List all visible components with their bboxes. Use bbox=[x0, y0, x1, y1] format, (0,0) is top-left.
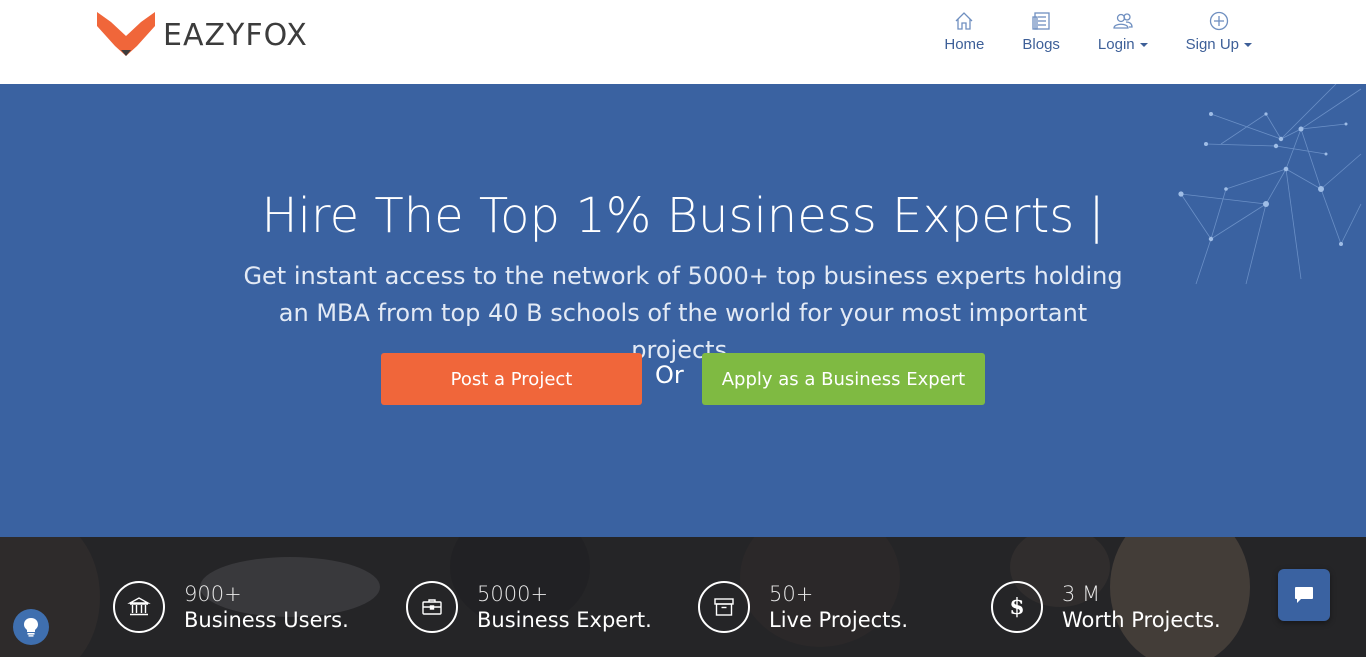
blog-icon bbox=[1032, 12, 1050, 30]
stat-label: Business Expert. bbox=[477, 608, 652, 632]
hero-title-text: Hire The Top 1% Business Experts bbox=[261, 188, 1075, 244]
hero-title: Hire The Top 1% Business Experts | bbox=[0, 188, 1366, 244]
dollar-icon: $ bbox=[991, 581, 1043, 633]
post-project-button[interactable]: Post a Project bbox=[381, 353, 642, 405]
plus-circle-icon bbox=[1209, 11, 1228, 31]
nav-signup-label: Sign Up bbox=[1185, 36, 1239, 53]
stat-business-users: 900+ Business Users. bbox=[113, 581, 349, 634]
chat-button[interactable] bbox=[1278, 569, 1330, 621]
chat-icon bbox=[1295, 587, 1313, 603]
briefcase-icon bbox=[406, 581, 458, 633]
stats-section: 900+ Business Users. 5000+ Business Expe… bbox=[0, 537, 1366, 657]
bank-icon bbox=[113, 581, 165, 633]
stat-business-experts: 5000+ Business Expert. bbox=[406, 581, 652, 634]
header: EAZYFOX Home Blogs Login Sign Up bbox=[0, 0, 1366, 84]
nav-home[interactable]: Home bbox=[944, 10, 984, 53]
help-button[interactable] bbox=[13, 609, 49, 645]
chevron-down-icon bbox=[1139, 42, 1148, 47]
archive-icon bbox=[698, 581, 750, 633]
stat-live-projects: 50+ Live Projects. bbox=[698, 581, 908, 634]
logo[interactable]: EAZYFOX bbox=[97, 12, 308, 58]
stat-label: Business Users. bbox=[184, 608, 349, 632]
nav-login[interactable]: Login bbox=[1098, 10, 1148, 53]
stat-label: Live Projects. bbox=[769, 608, 909, 632]
lightbulb-icon bbox=[24, 618, 38, 637]
users-icon bbox=[1113, 13, 1133, 29]
stat-number: 3 M bbox=[1062, 582, 1101, 606]
stat-label: Worth Projects. bbox=[1062, 608, 1221, 632]
nav-home-label: Home bbox=[944, 36, 985, 53]
nav-signup[interactable]: Sign Up bbox=[1186, 10, 1252, 53]
stat-number: 900+ bbox=[184, 582, 242, 606]
fox-logo-icon bbox=[97, 12, 155, 56]
apply-expert-button[interactable]: Apply as a Business Expert bbox=[702, 353, 985, 405]
nav-blogs-label: Blogs bbox=[1022, 36, 1060, 53]
or-label: Or bbox=[655, 361, 684, 389]
stat-number: 50+ bbox=[769, 582, 814, 606]
stat-number: 5000+ bbox=[477, 582, 549, 606]
chevron-down-icon bbox=[1244, 42, 1252, 47]
brand-name: EAZYFOX bbox=[163, 17, 308, 53]
hero-subtitle: Get instant access to the network of 500… bbox=[243, 262, 1123, 364]
nav-login-label: Login bbox=[1097, 36, 1135, 53]
nav-blogs[interactable]: Blogs bbox=[1022, 10, 1060, 53]
hero-section: Hire The Top 1% Business Experts | Get in… bbox=[0, 84, 1366, 537]
home-icon bbox=[955, 12, 973, 30]
stat-worth-projects: $ 3 M Worth Projects. bbox=[991, 581, 1221, 634]
main-nav: Home Blogs Login Sign Up bbox=[906, 10, 1252, 53]
typing-cursor: | bbox=[1088, 188, 1105, 244]
